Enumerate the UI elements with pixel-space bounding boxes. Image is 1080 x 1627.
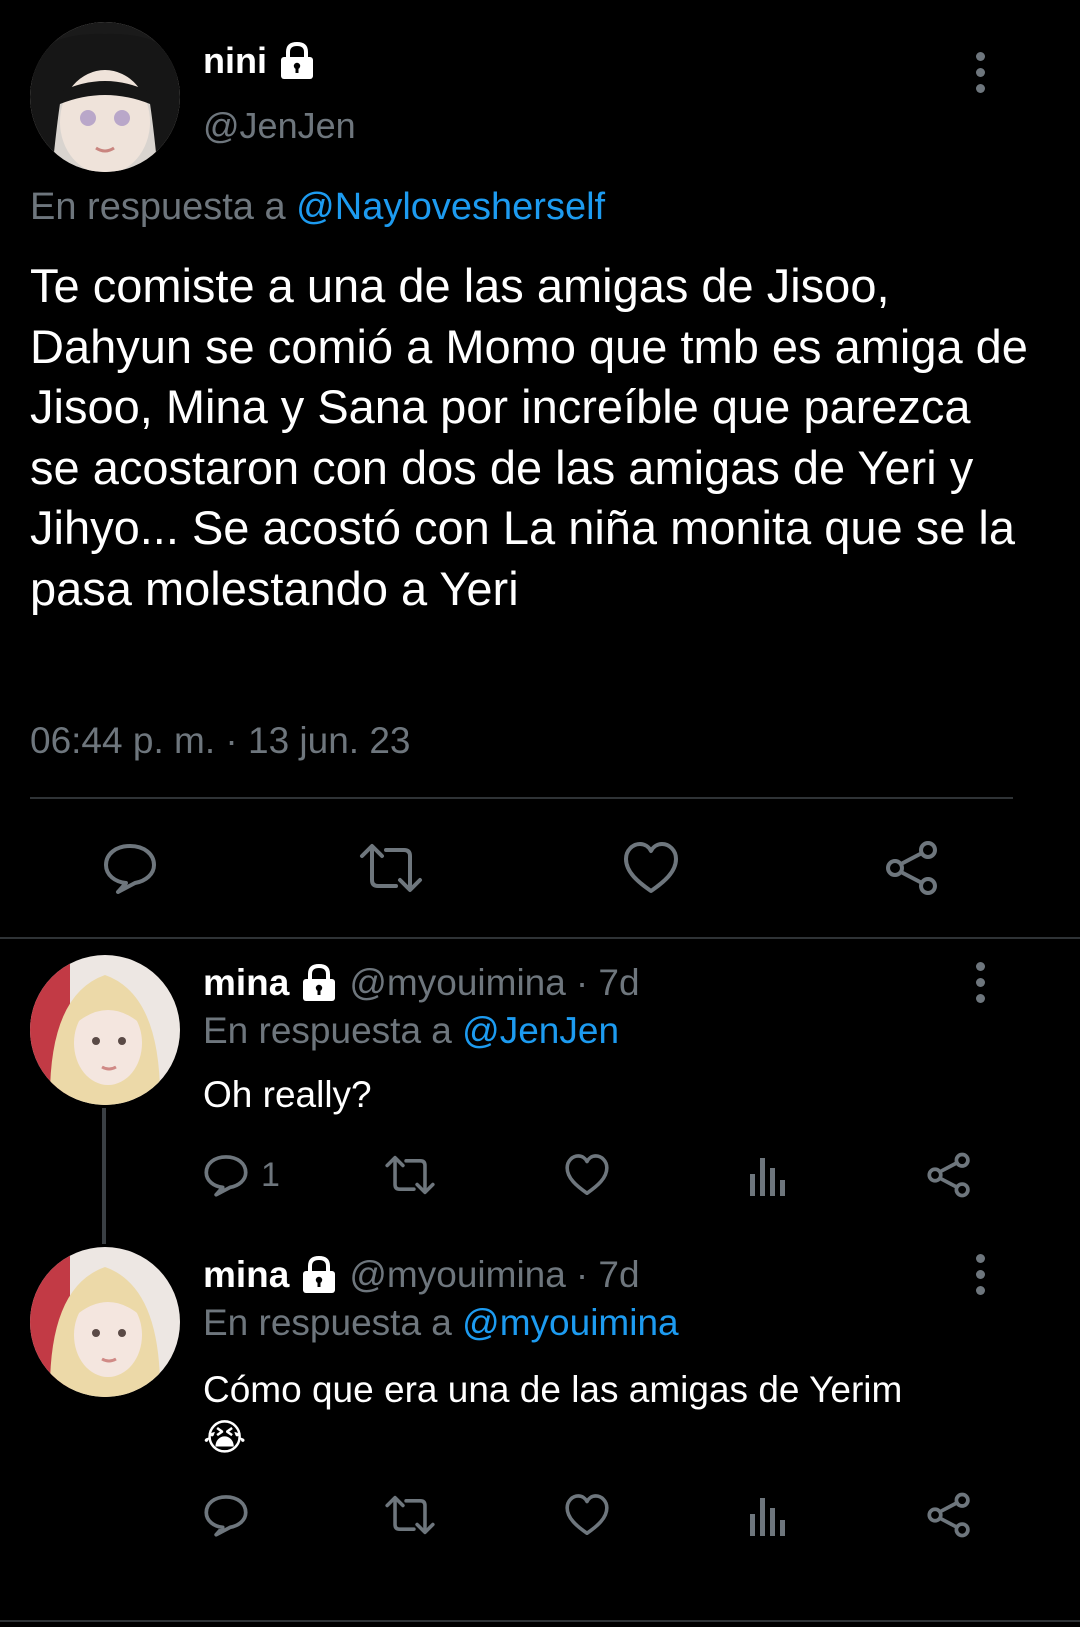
- tweet-text: Oh really?: [203, 1074, 372, 1115]
- reply-icon[interactable]: [203, 1152, 249, 1198]
- divider: [0, 937, 1080, 939]
- tweet-text: Cómo que era una de las amigas de Yerim …: [203, 1366, 1023, 1462]
- reply-context: En respuesta a @JenJen: [203, 1010, 619, 1052]
- avatar-mina[interactable]: [30, 955, 180, 1105]
- post-age: · 7d: [575, 1254, 640, 1295]
- reply-prefix: En respuesta a: [203, 1302, 452, 1343]
- divider: [0, 1620, 1080, 1622]
- retweet-icon[interactable]: [358, 840, 424, 896]
- handle[interactable]: @myouimina: [349, 962, 565, 1004]
- avatar-mina[interactable]: [30, 1247, 180, 1397]
- handle[interactable]: @JenJen: [203, 105, 356, 147]
- reply-icon[interactable]: [102, 840, 158, 896]
- lock-icon: [299, 964, 339, 1002]
- more-options-icon[interactable]: [960, 42, 1000, 102]
- display-name[interactable]: nini: [203, 40, 267, 82]
- lock-icon: [277, 42, 317, 80]
- reply-to-link[interactable]: @myouimina: [462, 1302, 678, 1343]
- handle[interactable]: @myouimina: [349, 1254, 565, 1296]
- reply-context: En respuesta a @myouimina: [203, 1302, 679, 1344]
- like-icon[interactable]: [564, 1152, 610, 1198]
- like-icon[interactable]: [564, 1492, 610, 1538]
- tweet-text: Te comiste a una de las amigas de Jisoo,…: [30, 259, 1028, 615]
- display-name[interactable]: mina: [203, 1254, 289, 1296]
- retweet-icon[interactable]: [384, 1152, 436, 1198]
- reply-prefix: En respuesta a: [203, 1010, 452, 1051]
- tweet-text-body: Cómo que era una de las amigas de Yerim: [203, 1369, 903, 1410]
- post-age: · 7d: [575, 962, 640, 1003]
- reply-to-link[interactable]: @JenJen: [462, 1010, 619, 1051]
- more-options-icon[interactable]: [960, 1244, 1000, 1304]
- lock-icon: [299, 1256, 339, 1294]
- retweet-icon[interactable]: [384, 1492, 436, 1538]
- avatar-nini[interactable]: [30, 22, 180, 172]
- reply-to-link[interactable]: @Naylovesherself: [296, 186, 605, 228]
- share-icon[interactable]: [926, 1492, 972, 1538]
- like-icon[interactable]: [622, 840, 680, 896]
- share-icon[interactable]: [926, 1152, 972, 1198]
- reply-context: En respuesta a @Naylovesherself: [30, 186, 605, 229]
- share-icon[interactable]: [884, 840, 940, 896]
- divider: [30, 797, 1013, 799]
- thread-line: [102, 1108, 106, 1244]
- timestamp: 06:44 p. m. · 13 jun. 23: [30, 720, 411, 761]
- reply-icon[interactable]: [203, 1492, 249, 1538]
- analytics-icon[interactable]: [748, 1152, 788, 1198]
- reply-count: 1: [261, 1155, 280, 1194]
- loudly-crying-face-emoji: 😭: [203, 1417, 247, 1458]
- analytics-icon[interactable]: [748, 1492, 788, 1538]
- reply-prefix: En respuesta a: [30, 186, 286, 228]
- display-name[interactable]: mina: [203, 962, 289, 1004]
- more-options-icon[interactable]: [960, 952, 1000, 1012]
